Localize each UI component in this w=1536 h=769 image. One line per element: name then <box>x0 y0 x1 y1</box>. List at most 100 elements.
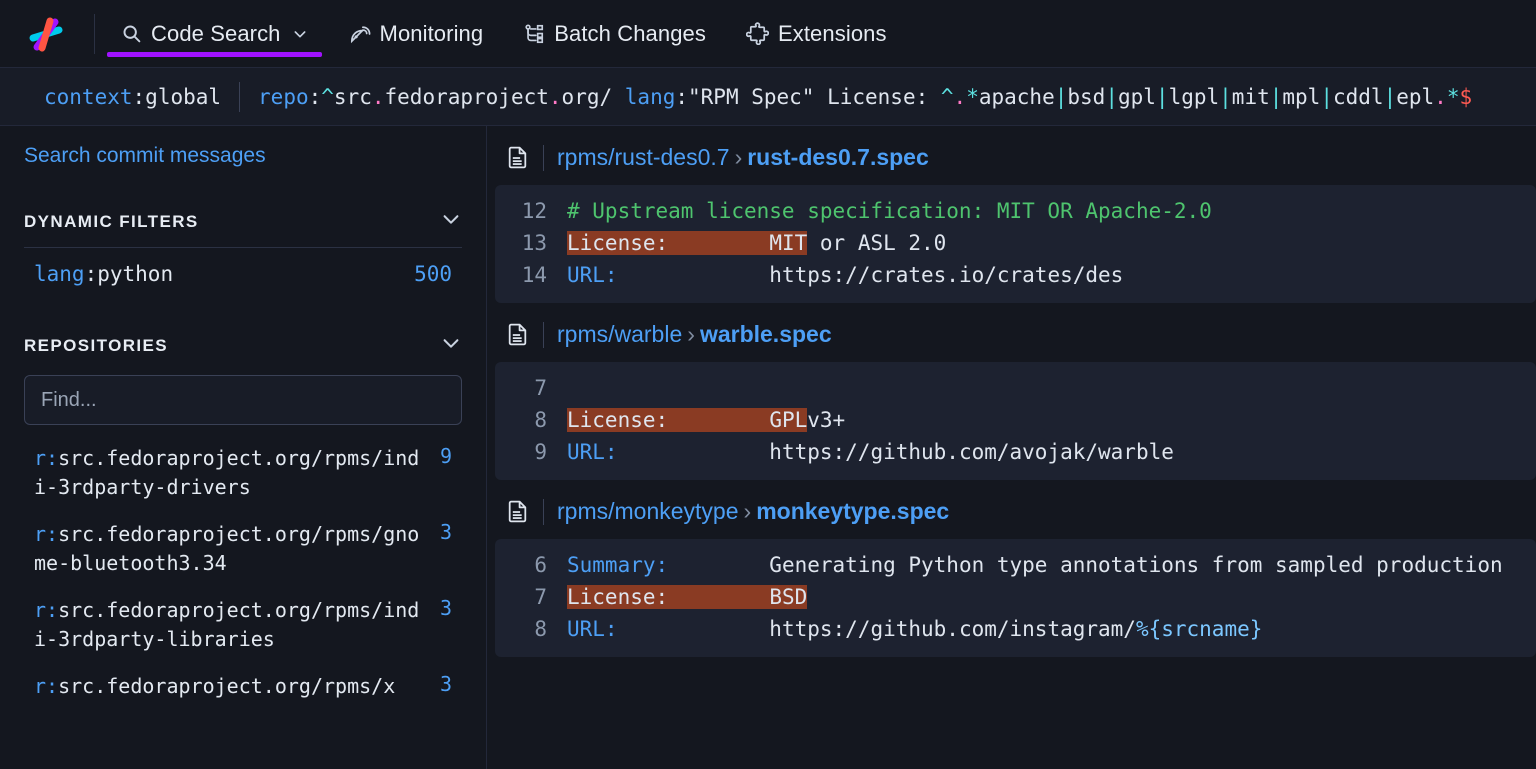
code-line[interactable]: 7License: BSD <box>495 581 1536 613</box>
dynamic-filter-lang-python[interactable]: lang:python 500 <box>24 248 462 292</box>
breadcrumb-repo-path[interactable]: rpms/warble <box>557 321 682 347</box>
nav-item-label: Monitoring <box>380 21 484 47</box>
query-token: | <box>1105 85 1118 109</box>
query-token: . <box>1434 85 1447 109</box>
nav-item-code-search[interactable]: Code Search <box>101 0 328 67</box>
section-title: REPOSITORIES <box>24 336 168 356</box>
query-token: "RPM Spec" <box>688 85 814 109</box>
breadcrumb[interactable]: rpms/warble›warble.spec <box>557 321 832 348</box>
code-line[interactable]: 12# Upstream license specification: MIT … <box>495 195 1536 227</box>
breadcrumb-file-name[interactable]: rust-des0.7.spec <box>747 144 929 170</box>
search-commit-messages-link[interactable]: Search commit messages <box>24 144 266 168</box>
line-content: # Upstream license specification: MIT OR… <box>567 195 1212 227</box>
line-content: License: MIT or ASL 2.0 <box>567 227 946 259</box>
nav-item-label: Extensions <box>778 21 887 47</box>
repository-name: r:src.fedoraproject.org/rpms/x <box>34 672 395 701</box>
code-line[interactable]: 9URL: https://github.com/avojak/warble <box>495 436 1536 468</box>
match-highlight <box>668 585 769 609</box>
query-token: ^ <box>941 85 954 109</box>
line-content: Summary: Generating Python type annotati… <box>567 549 1503 581</box>
line-number: 12 <box>495 195 567 227</box>
repository-find-input[interactable] <box>24 375 462 425</box>
search-results-list: rpms/rust-des0.7›rust-des0.7.spec12# Ups… <box>487 126 1536 769</box>
line-content: URL: https://github.com/avojak/warble <box>567 436 1174 468</box>
breadcrumb[interactable]: rpms/rust-des0.7›rust-des0.7.spec <box>557 144 929 171</box>
query-token: * <box>1447 85 1460 109</box>
nav-divider <box>94 14 95 54</box>
nav-item-extensions[interactable]: Extensions <box>726 0 907 67</box>
query-token: lang <box>625 85 676 109</box>
query-token: cddl <box>1333 85 1384 109</box>
code-snippet[interactable]: 6Summary: Generating Python type annotat… <box>495 539 1536 657</box>
sourcegraph-logo[interactable] <box>24 0 72 67</box>
nav-item-label: Batch Changes <box>554 21 706 47</box>
line-number: 7 <box>495 372 567 404</box>
breadcrumb-repo-path[interactable]: rpms/rust-des0.7 <box>557 144 730 170</box>
line-number: 6 <box>495 549 567 581</box>
repository-filter-list: r:src.fedoraproject.org/rpms/indi-3rdpar… <box>24 435 462 710</box>
query-token: . <box>372 85 385 109</box>
file-document-icon <box>505 322 530 347</box>
chevron-down-icon[interactable] <box>440 208 462 235</box>
code-token: https://github.com/instagram/ <box>618 617 1136 641</box>
query-token: | <box>1384 85 1397 109</box>
code-token: # Upstream license specification: MIT OR… <box>567 199 1212 223</box>
match-highlight: License: <box>567 231 668 255</box>
repository-filter-item[interactable]: r:src.fedoraproject.org/rpms/indi-3rdpar… <box>24 435 462 511</box>
repository-filter-item[interactable]: r:src.fedoraproject.org/rpms/gnome-bluet… <box>24 511 462 587</box>
code-line[interactable]: 13License: MIT or ASL 2.0 <box>495 227 1536 259</box>
code-line[interactable]: 6Summary: Generating Python type annotat… <box>495 549 1536 581</box>
file-document-icon <box>505 145 530 170</box>
match-highlight <box>668 231 769 255</box>
code-token: https://github.com/avojak/warble <box>618 440 1174 464</box>
code-token: or ASL 2.0 <box>807 231 946 255</box>
section-repositories[interactable]: REPOSITORIES <box>24 332 462 359</box>
query-token: org/ <box>562 85 613 109</box>
query-token: | <box>1320 85 1333 109</box>
code-line[interactable]: 8License: GPLv3+ <box>495 404 1536 436</box>
search-result: rpms/rust-des0.7›rust-des0.7.spec 12# Ups… <box>487 126 1536 303</box>
search-result-header[interactable]: rpms/rust-des0.7›rust-des0.7.spec <box>487 126 1536 185</box>
code-line[interactable]: 14URL: https://crates.io/crates/des <box>495 259 1536 291</box>
query-token: | <box>1219 85 1232 109</box>
line-number: 14 <box>495 259 567 291</box>
query-token: $ <box>1459 85 1472 109</box>
breadcrumb-separator: › <box>744 498 752 524</box>
context-separator <box>239 82 240 112</box>
section-dynamic-filters[interactable]: DYNAMIC FILTERS <box>24 208 462 235</box>
query-token: . <box>954 85 967 109</box>
satellite-dish-icon <box>348 22 371 45</box>
code-line[interactable]: 8URL: https://github.com/instagram/%{src… <box>495 613 1536 645</box>
breadcrumb[interactable]: rpms/monkeytype›monkeytype.spec <box>557 498 949 525</box>
match-highlight: MIT <box>769 231 807 255</box>
nav-item-batch-changes[interactable]: Batch Changes <box>503 0 726 67</box>
search-result-header[interactable]: rpms/monkeytype›monkeytype.spec <box>487 480 1536 539</box>
repository-filter-item[interactable]: r:src.fedoraproject.org/rpms/indi-3rdpar… <box>24 587 462 663</box>
query-token: ^ <box>321 85 334 109</box>
search-query-input[interactable]: repo:^src.fedoraproject.org/ lang:"RPM S… <box>258 85 1472 109</box>
query-token: | <box>1055 85 1068 109</box>
line-content: License: GPLv3+ <box>567 404 845 436</box>
repository-name: r:src.fedoraproject.org/rpms/indi-3rdpar… <box>34 596 430 654</box>
code-line[interactable]: 7 <box>495 372 1536 404</box>
search-query-bar[interactable]: context:global repo:^src.fedoraproject.o… <box>0 68 1536 126</box>
breadcrumb-repo-path[interactable]: rpms/monkeytype <box>557 498 739 524</box>
chevron-down-icon[interactable] <box>292 26 308 42</box>
code-snippet[interactable]: 12# Upstream license specification: MIT … <box>495 185 1536 303</box>
chevron-down-icon[interactable] <box>440 332 462 359</box>
nav-item-monitoring[interactable]: Monitoring <box>328 0 504 67</box>
search-result-header[interactable]: rpms/warble›warble.spec <box>487 303 1536 362</box>
search-context-chip[interactable]: context:global <box>44 85 221 109</box>
breadcrumb-file-name[interactable]: warble.spec <box>700 321 832 347</box>
line-content: License: BSD <box>567 581 807 613</box>
batch-changes-icon <box>523 23 545 45</box>
repository-name: r:src.fedoraproject.org/rpms/gnome-bluet… <box>34 520 430 578</box>
nav-item-label: Code Search <box>151 21 281 47</box>
breadcrumb-separator: › <box>687 321 695 347</box>
context-field: context <box>44 85 133 109</box>
repository-filter-item[interactable]: r:src.fedoraproject.org/rpms/x3 <box>24 663 462 710</box>
query-token: bsd <box>1067 85 1105 109</box>
code-snippet[interactable]: 78License: GPLv3+9URL: https://github.co… <box>495 362 1536 480</box>
code-token: v3+ <box>807 408 845 432</box>
breadcrumb-file-name[interactable]: monkeytype.spec <box>756 498 949 524</box>
